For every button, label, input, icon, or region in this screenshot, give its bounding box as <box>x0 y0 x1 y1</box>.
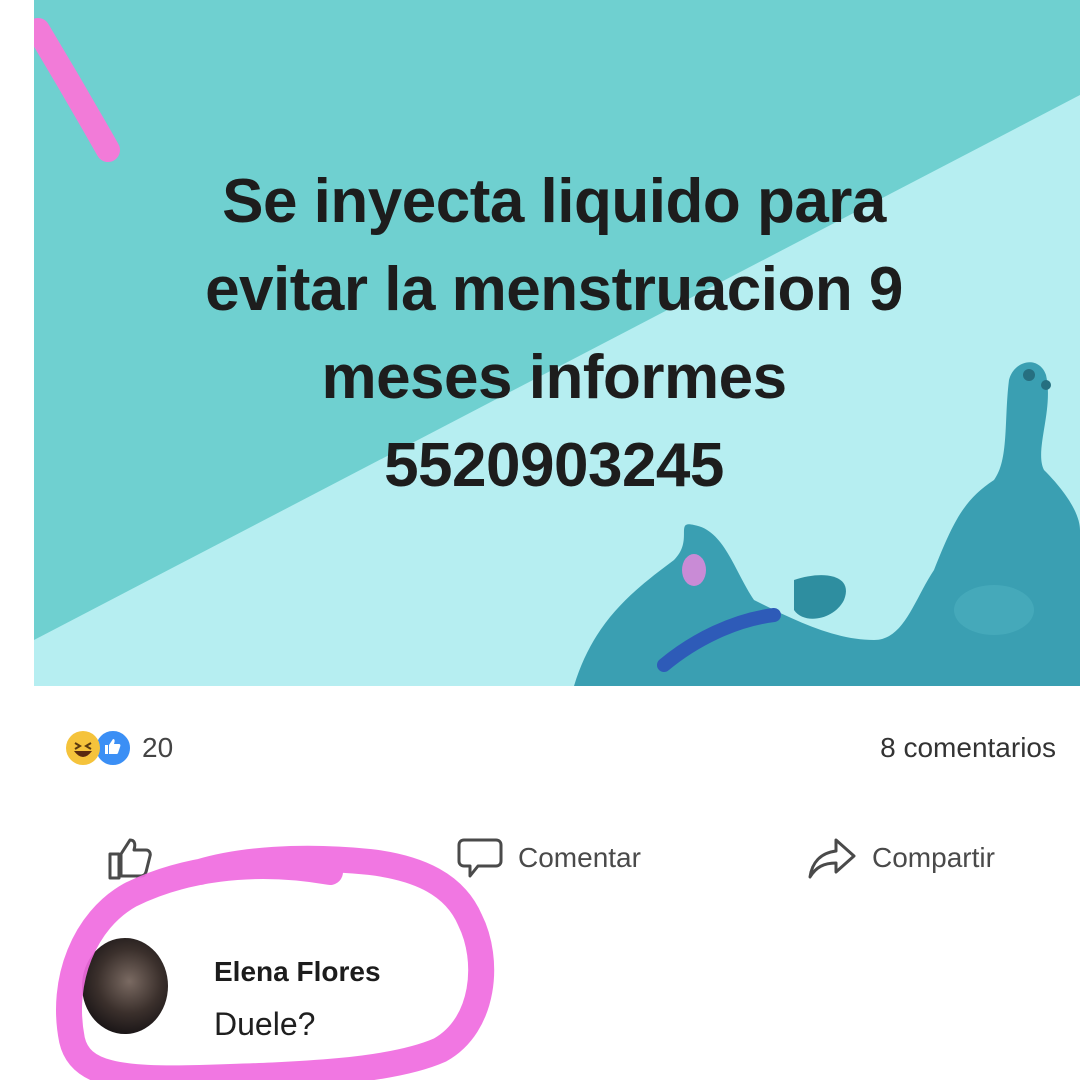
headline-phone-number: 5520903245 <box>384 431 724 500</box>
comment-button[interactable]: Comentar <box>456 834 641 882</box>
share-arrow-icon <box>808 838 856 879</box>
reaction-count: 20 <box>142 732 174 763</box>
comment-label: Comentar <box>518 842 641 873</box>
post-image[interactable]: Se inyecta liquido para evitar la menstr… <box>34 0 1080 686</box>
like-button[interactable] <box>104 832 170 884</box>
comment-item: Elena Flores Duele? <box>82 936 682 1046</box>
comment-text: Duele? <box>214 1006 316 1042</box>
share-label: Compartir <box>872 842 995 873</box>
comment-bubble-icon <box>457 838 503 878</box>
headline-line: Se inyecta liquido para <box>222 167 886 236</box>
headline-line: meses informes <box>321 343 787 412</box>
reactions-summary[interactable]: 20 <box>66 728 173 768</box>
comment-author[interactable]: Elena Flores <box>214 956 381 988</box>
thumbs-up-icon <box>108 838 152 880</box>
haha-reaction-icon <box>66 731 100 765</box>
avatar[interactable] <box>82 938 168 1034</box>
post-headline: Se inyecta liquido para evitar la menstr… <box>144 158 964 510</box>
post-action-bar: Comentar Compartir <box>0 820 1080 900</box>
headline-line: evitar la menstruacion 9 <box>205 255 903 324</box>
share-button[interactable]: Compartir <box>806 834 995 882</box>
post-stats-bar: 20 8 comentarios <box>0 720 1080 776</box>
comments-count-link[interactable]: 8 comentarios <box>880 732 1056 764</box>
